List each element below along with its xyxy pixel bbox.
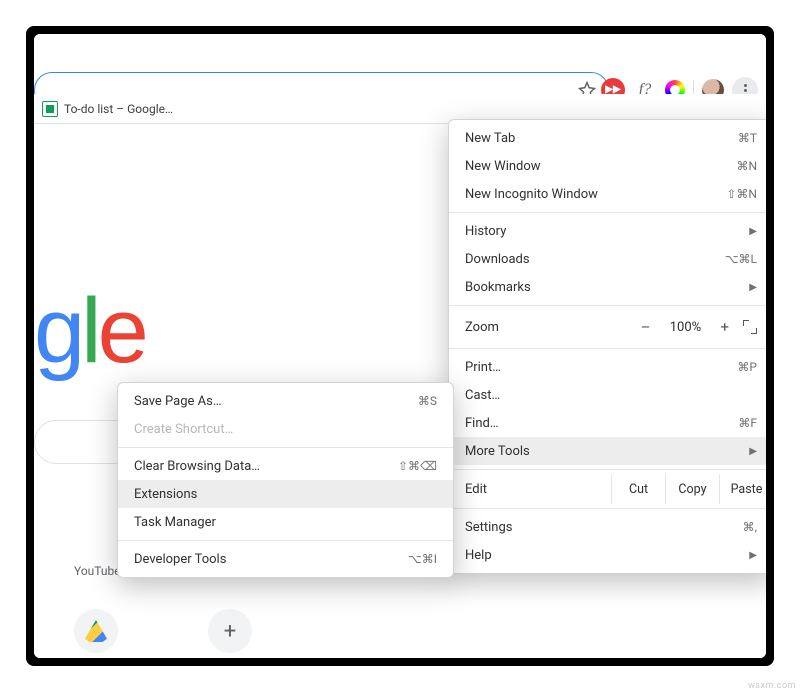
menu-separator <box>449 508 766 509</box>
menu-shortcut: ⌘, <box>743 520 757 534</box>
menu-label: Create Shortcut… <box>134 422 437 437</box>
menu-find[interactable]: Find… ⌘F <box>449 409 766 437</box>
submenu-clear-browsing-data[interactable]: Clear Browsing Data… ⇧⌘⌫ <box>118 452 453 480</box>
menu-help[interactable]: Help ▶ <box>449 541 766 569</box>
menu-label: Edit <box>465 482 611 497</box>
menu-label: New Tab <box>465 131 738 146</box>
menu-label: Extensions <box>134 487 437 502</box>
menu-label: Save Page As… <box>134 394 418 409</box>
zoom-in-button[interactable]: + <box>720 318 729 336</box>
watermark-text: wsxm.com <box>748 681 796 691</box>
menu-label: New Incognito Window <box>465 187 726 202</box>
sheets-icon <box>42 101 58 117</box>
menu-label: Find… <box>465 416 738 431</box>
menu-zoom-row: Zoom – 100% + <box>449 310 766 344</box>
chrome-main-menu: New Tab ⌘T New Window ⌘N New Incognito W… <box>448 119 766 574</box>
menu-label: Clear Browsing Data… <box>134 459 398 474</box>
menu-shortcut: ⌘F <box>738 416 757 430</box>
submenu-arrow-icon: ▶ <box>749 282 757 293</box>
menu-history[interactable]: History ▶ <box>449 217 766 245</box>
zoom-percent: 100% <box>664 320 706 335</box>
drive-icon <box>85 620 107 642</box>
menu-settings[interactable]: Settings ⌘, <box>449 513 766 541</box>
menu-label: Help <box>465 548 741 563</box>
zoom-out-button[interactable]: – <box>641 318 651 336</box>
menu-label: Downloads <box>465 252 725 267</box>
menu-bookmarks[interactable]: Bookmarks ▶ <box>449 273 766 301</box>
bookmark-item[interactable]: To-do list – Google… <box>64 102 173 116</box>
submenu-arrow-icon: ▶ <box>749 446 757 457</box>
menu-label: Bookmarks <box>465 280 741 295</box>
submenu-arrow-icon: ▶ <box>749 550 757 561</box>
menu-label: Settings <box>465 520 743 535</box>
chrome-window: ▶▶ f? To-do list – Google… gle YouTube V… <box>34 34 766 658</box>
menu-label: Developer Tools <box>134 552 408 567</box>
google-logo: gle <box>34 279 145 384</box>
menu-new-tab[interactable]: New Tab ⌘T <box>449 124 766 152</box>
submenu-task-manager[interactable]: Task Manager <box>118 508 453 536</box>
menu-shortcut: ⌘P <box>737 360 757 374</box>
edit-cut-button[interactable]: Cut <box>611 474 665 504</box>
menu-label: Cast… <box>465 388 757 403</box>
submenu-create-shortcut: Create Shortcut… <box>118 415 453 443</box>
menu-shortcut: ⌘N <box>736 159 757 173</box>
menu-shortcut: ⌥⌘I <box>408 552 437 566</box>
app-window-frame: ▶▶ f? To-do list – Google… gle YouTube V… <box>26 26 774 666</box>
menu-shortcut: ⇧⌘⌫ <box>398 459 437 473</box>
menu-downloads[interactable]: Downloads ⌥⌘L <box>449 245 766 273</box>
edit-paste-button[interactable]: Paste <box>719 474 766 504</box>
menu-cast[interactable]: Cast… <box>449 381 766 409</box>
shortcut-drive[interactable] <box>74 609 118 653</box>
submenu-save-page[interactable]: Save Page As… ⌘S <box>118 387 453 415</box>
menu-label: History <box>465 224 741 239</box>
submenu-arrow-icon: ▶ <box>749 226 757 237</box>
menu-separator <box>118 540 453 541</box>
menu-label: Print… <box>465 360 737 375</box>
menu-shortcut: ⌘T <box>738 131 757 145</box>
menu-more-tools[interactable]: More Tools ▶ <box>449 437 766 465</box>
menu-label: Task Manager <box>134 515 437 530</box>
menu-label: New Window <box>465 159 736 174</box>
browser-toolbar: ▶▶ f? <box>34 34 766 94</box>
more-tools-submenu: Save Page As… ⌘S Create Shortcut… Clear … <box>117 382 454 578</box>
menu-shortcut: ⇧⌘N <box>726 187 757 201</box>
menu-separator <box>449 305 766 306</box>
menu-shortcut: ⌘S <box>418 394 437 408</box>
menu-separator <box>449 469 766 470</box>
menu-label: More Tools <box>465 444 741 459</box>
submenu-developer-tools[interactable]: Developer Tools ⌥⌘I <box>118 545 453 573</box>
menu-separator <box>449 212 766 213</box>
menu-edit-row: Edit Cut Copy Paste <box>449 474 766 504</box>
menu-separator <box>449 348 766 349</box>
submenu-extensions[interactable]: Extensions <box>118 480 453 508</box>
shortcut-add[interactable]: + <box>208 609 252 653</box>
fullscreen-icon[interactable] <box>743 320 757 334</box>
menu-print[interactable]: Print… ⌘P <box>449 353 766 381</box>
menu-new-window[interactable]: New Window ⌘N <box>449 152 766 180</box>
menu-label: Zoom <box>465 320 641 335</box>
menu-separator <box>118 447 453 448</box>
menu-shortcut: ⌥⌘L <box>725 252 757 266</box>
edit-copy-button[interactable]: Copy <box>665 474 719 504</box>
menu-new-incognito[interactable]: New Incognito Window ⇧⌘N <box>449 180 766 208</box>
